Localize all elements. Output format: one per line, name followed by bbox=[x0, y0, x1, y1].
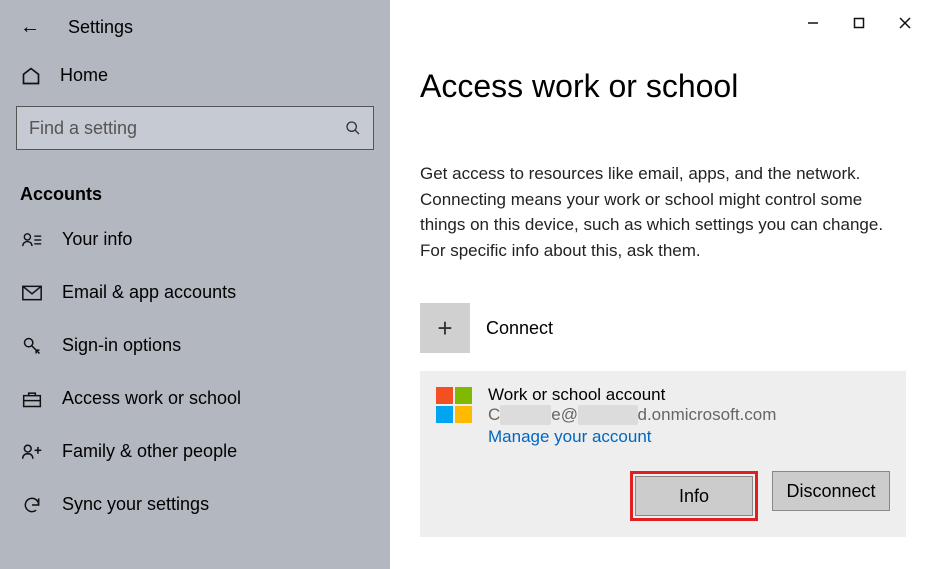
mail-icon bbox=[20, 285, 44, 301]
sidebar-section-title: Accounts bbox=[0, 150, 390, 213]
manage-account-link[interactable]: Manage your account bbox=[488, 427, 652, 447]
connect-row[interactable]: + Connect bbox=[420, 303, 906, 353]
sidebar-item-label: Email & app accounts bbox=[62, 282, 236, 303]
sidebar-item-signin-options[interactable]: Sign-in options bbox=[0, 319, 390, 372]
disconnect-button[interactable]: Disconnect bbox=[772, 471, 890, 511]
maximize-button[interactable] bbox=[836, 8, 882, 38]
sidebar: ← Settings Home Accounts Your info Email… bbox=[0, 0, 390, 569]
app-title: Settings bbox=[68, 17, 133, 38]
sidebar-item-label: Family & other people bbox=[62, 441, 237, 462]
account-title: Work or school account bbox=[488, 385, 776, 405]
minimize-button[interactable] bbox=[790, 8, 836, 38]
sidebar-item-sync-settings[interactable]: Sync your settings bbox=[0, 478, 390, 531]
info-button-highlight: Info bbox=[630, 471, 758, 521]
microsoft-logo-icon bbox=[436, 387, 472, 423]
back-arrow-icon[interactable]: ← bbox=[20, 16, 40, 39]
close-button[interactable] bbox=[882, 8, 928, 38]
page-title: Access work or school bbox=[420, 68, 906, 105]
people-icon bbox=[20, 443, 44, 461]
connect-label: Connect bbox=[486, 318, 553, 339]
account-card[interactable]: Work or school account Cxxxxxxe@xxxxxxxd… bbox=[420, 371, 906, 537]
sync-icon bbox=[20, 495, 44, 515]
sidebar-item-label: Sync your settings bbox=[62, 494, 209, 515]
home-icon bbox=[20, 66, 42, 86]
page-description: Get access to resources like email, apps… bbox=[420, 161, 906, 263]
main-pane: Access work or school Get access to reso… bbox=[390, 0, 936, 569]
sidebar-item-label: Access work or school bbox=[62, 388, 241, 409]
sidebar-item-your-info[interactable]: Your info bbox=[0, 213, 390, 266]
search-input-box[interactable] bbox=[16, 106, 374, 150]
sidebar-item-email-accounts[interactable]: Email & app accounts bbox=[0, 266, 390, 319]
search-icon bbox=[345, 120, 361, 136]
sidebar-item-label: Sign-in options bbox=[62, 335, 181, 356]
sidebar-item-label: Your info bbox=[62, 229, 132, 250]
sidebar-item-access-work-school[interactable]: Access work or school bbox=[0, 372, 390, 425]
info-button[interactable]: Info bbox=[635, 476, 753, 516]
plus-icon[interactable]: + bbox=[420, 303, 470, 353]
window-controls bbox=[790, 8, 928, 38]
search-input[interactable] bbox=[29, 118, 345, 139]
key-icon bbox=[20, 336, 44, 356]
home-label: Home bbox=[60, 65, 108, 86]
briefcase-icon bbox=[20, 390, 44, 408]
sidebar-home[interactable]: Home bbox=[0, 47, 390, 102]
account-email: Cxxxxxxe@xxxxxxxd.onmicrosoft.com bbox=[488, 405, 776, 425]
user-icon bbox=[20, 231, 44, 249]
sidebar-item-family-people[interactable]: Family & other people bbox=[0, 425, 390, 478]
